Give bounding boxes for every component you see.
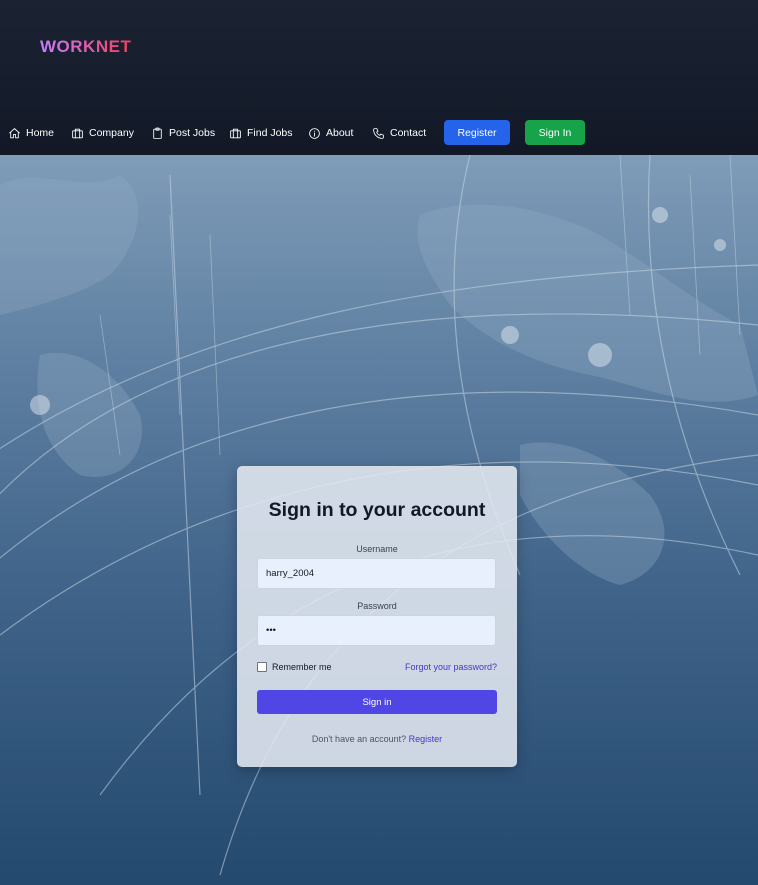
username-input[interactable]: harry_2004 [257, 558, 496, 589]
nav-post-jobs-label: Post Jobs [169, 127, 216, 139]
brand-logo[interactable]: WORKNET [40, 37, 131, 57]
nav-find-jobs[interactable]: Find Jobs [229, 120, 293, 146]
password-input[interactable]: ••• [257, 615, 496, 646]
nav-contact-label: Contact [390, 127, 427, 139]
remember-me[interactable]: Remember me [257, 662, 332, 672]
page-title: Sign in to your account [268, 499, 486, 521]
nav-contact[interactable]: Contact [372, 120, 426, 146]
nav-about[interactable]: About [308, 120, 353, 146]
nav-find-jobs-label: Find Jobs [247, 127, 293, 139]
nav-company[interactable]: Company [71, 120, 134, 146]
nav-company-label: Company [89, 127, 134, 139]
remember-me-checkbox[interactable] [257, 662, 267, 672]
nav-home[interactable]: Home [8, 120, 54, 146]
sign-in-nav-button[interactable]: Sign In [525, 120, 585, 145]
sign-in-submit-button[interactable]: Sign in [257, 690, 497, 714]
home-icon [9, 127, 20, 138]
nav-post-jobs[interactable]: Post Jobs [151, 120, 215, 146]
username-label: Username [356, 544, 398, 554]
phone-icon [373, 127, 384, 139]
forgot-password-link[interactable]: Forgot your password? [405, 662, 497, 672]
register-link[interactable]: Register [409, 734, 443, 744]
main-nav: Home Company Post Jobs Find Jobs About C… [0, 120, 758, 146]
password-label: Password [357, 601, 397, 611]
clipboard-icon [153, 127, 162, 139]
username-value: harry_2004 [266, 568, 315, 579]
briefcase-icon [230, 128, 241, 138]
register-button[interactable]: Register [444, 120, 510, 145]
signup-prompt: Don't have an account? [311, 734, 407, 744]
info-icon [309, 127, 320, 139]
login-card: Sign in to your account Username harry_2… [237, 466, 517, 767]
password-value: ••• [266, 625, 276, 636]
nav-home-label: Home [26, 127, 55, 139]
briefcase-icon [72, 128, 83, 138]
remember-me-label: Remember me [272, 662, 332, 672]
nav-about-label: About [326, 127, 354, 139]
signup-prompt-row: Don't have an account? Register [237, 734, 517, 744]
